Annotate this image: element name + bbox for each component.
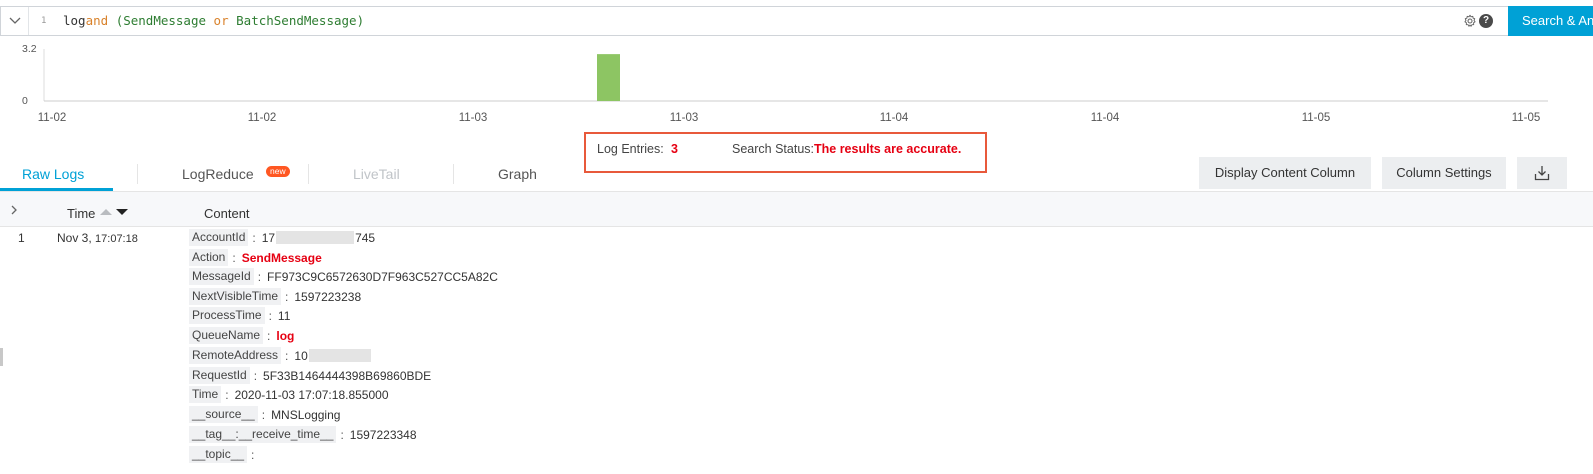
x-tick-label: 11-05: [1301, 112, 1331, 124]
query-editor[interactable]: 1 logand (SendMessage or BatchSendMessag…: [0, 6, 1527, 36]
log-histogram: 3.2 0 11-02 11-02 11-03 11-03 11-04 11-0…: [0, 38, 1593, 134]
field-value[interactable]: 10: [294, 349, 307, 363]
log-field: __source__: MNSLogging: [189, 406, 340, 423]
field-value[interactable]: 2020-11-03 17:07:18.855000: [235, 388, 389, 402]
display-content-column-button[interactable]: Display Content Column: [1199, 157, 1371, 189]
field-key[interactable]: __topic__: [189, 446, 248, 463]
field-key[interactable]: RemoteAddress: [189, 347, 282, 364]
histogram-chart: [43, 49, 1548, 102]
x-tick-label: 11-03: [669, 112, 699, 124]
chevron-down-icon: [9, 17, 20, 24]
time-column-header[interactable]: Time: [67, 206, 95, 221]
field-value[interactable]: MNSLogging: [271, 408, 340, 422]
download-button[interactable]: [1517, 157, 1567, 189]
field-key[interactable]: QueueName: [189, 327, 264, 344]
x-tick-label: 11-03: [458, 112, 488, 124]
log-field: RequestId: 5F33B1464444398B69860BDE: [189, 367, 431, 384]
search-button[interactable]: Search & Analyze: [1508, 6, 1593, 36]
query-line-number: 1: [41, 16, 47, 26]
chevron-right-icon[interactable]: [9, 205, 19, 215]
field-value-highlighted[interactable]: SendMessage: [242, 251, 322, 265]
tab-graph[interactable]: Graph: [498, 166, 537, 182]
log-table-header: Time Content: [0, 192, 1593, 227]
field-key[interactable]: __source__: [189, 406, 258, 423]
field-value[interactable]: 17: [262, 231, 275, 245]
new-badge: new: [266, 166, 290, 177]
y-tick-label-min: 0: [22, 95, 28, 107]
log-field: Time: 2020-11-03 17:07:18.855000: [189, 386, 389, 403]
redaction-mask: [308, 349, 371, 362]
log-field: NextVisibleTime: 1597223238: [189, 288, 361, 305]
x-tick-label: 11-04: [1090, 112, 1120, 124]
field-key[interactable]: ProcessTime: [189, 307, 265, 324]
tab-divider: [453, 164, 454, 184]
log-field: AccountId: 17 745: [189, 229, 375, 246]
log-field: __tag__:__receive_time__: 1597223348: [189, 426, 417, 443]
y-tick-label-max: 3.2: [22, 43, 37, 55]
x-tick-label: 11-02: [37, 112, 67, 124]
log-field: __topic__:: [189, 446, 260, 463]
field-value[interactable]: 5F33B1464444398B69860BDE: [263, 369, 431, 383]
tab-raw-logs[interactable]: Raw Logs: [22, 166, 84, 182]
query-collapse-toggle[interactable]: [1, 7, 29, 35]
field-value[interactable]: 1597223348: [350, 428, 417, 442]
log-field: Action: SendMessage: [189, 249, 322, 266]
content-column-header: Content: [204, 206, 250, 221]
log-entries-count: 3: [671, 142, 678, 156]
field-value[interactable]: 11: [278, 309, 290, 323]
log-field: MessageId: FF973C9C6572630D7F963C527CC5A…: [189, 268, 498, 285]
field-value-tail[interactable]: 745: [355, 231, 375, 245]
x-tick-label: 11-02: [247, 112, 277, 124]
log-field: ProcessTime: 11: [189, 307, 290, 324]
field-key[interactable]: AccountId: [189, 229, 249, 246]
x-tick-label: 11-05: [1511, 112, 1541, 124]
column-settings-button[interactable]: Column Settings: [1382, 157, 1506, 189]
field-key[interactable]: NextVisibleTime: [189, 288, 282, 305]
log-entries-label: Log Entries:: [597, 142, 664, 156]
tab-divider: [137, 164, 138, 184]
field-value-highlighted[interactable]: log: [276, 329, 294, 343]
sort-icon[interactable]: [100, 207, 130, 217]
field-key[interactable]: RequestId: [189, 367, 250, 384]
field-key[interactable]: __tag__:__receive_time__: [189, 426, 337, 443]
log-field: RemoteAddress: 10: [189, 347, 372, 364]
tab-logreduce[interactable]: LogReduce: [182, 166, 254, 182]
x-tick-label: 11-04: [879, 112, 909, 124]
query-text[interactable]: logand (SendMessage or BatchSendMessage): [63, 13, 364, 28]
field-key[interactable]: Time: [189, 386, 222, 403]
field-key[interactable]: Action: [189, 249, 229, 266]
download-icon: [1534, 166, 1550, 181]
resize-handle[interactable]: [0, 348, 3, 366]
help-icon[interactable]: ?: [1479, 14, 1493, 28]
field-key[interactable]: MessageId: [189, 268, 254, 285]
redaction-mask: [276, 231, 355, 244]
log-field: QueueName: log: [189, 327, 294, 344]
row-time: Nov 3, 17:07:18: [57, 231, 138, 245]
tab-divider: [308, 164, 309, 184]
gear-icon[interactable]: [1463, 14, 1477, 28]
search-status-value: The results are accurate.: [814, 142, 962, 156]
row-index: 1: [18, 231, 25, 245]
query-bar: 1 logand (SendMessage or BatchSendMessag…: [0, 4, 1593, 38]
histogram-bar[interactable]: [597, 54, 620, 101]
field-value[interactable]: FF973C9C6572630D7F963C527CC5A82C: [267, 270, 498, 284]
search-status-label: Search Status:: [732, 142, 814, 156]
field-value[interactable]: 1597223238: [294, 290, 361, 304]
tab-livetail[interactable]: LiveTail: [353, 166, 400, 182]
